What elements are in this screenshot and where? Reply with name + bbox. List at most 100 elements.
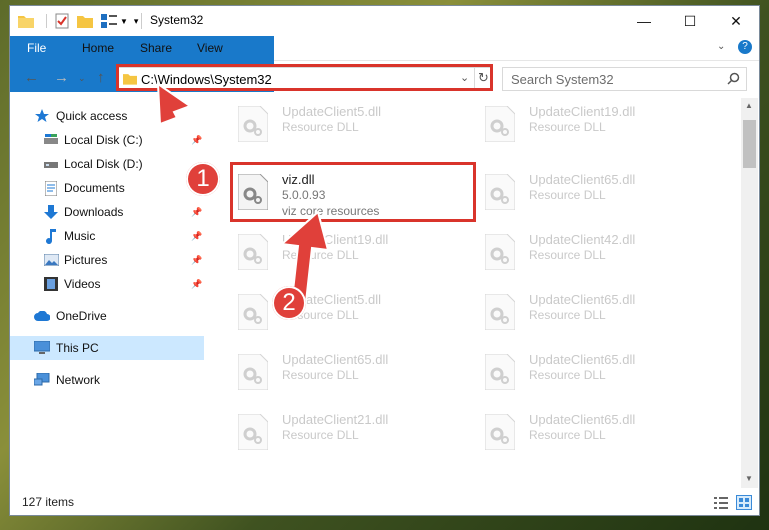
sidebar-item-network[interactable]: Network — [10, 368, 204, 392]
sidebar-item-music[interactable]: Music 📌 — [10, 224, 204, 248]
navigation-pane: Quick access Local Disk (C:) 📌 Local Dis… — [10, 98, 204, 488]
list-item[interactable]: UpdateClient19.dll Resource DLL — [232, 226, 462, 282]
file-type: Resource DLL — [529, 248, 606, 262]
list-item[interactable]: UpdateClient65.dll Resource DLL — [232, 346, 462, 402]
step-2-badge: 2 — [272, 286, 306, 320]
close-button[interactable]: ✕ — [713, 6, 759, 36]
forward-icon[interactable]: → — [54, 69, 69, 86]
list-item[interactable]: UpdateClient21.dll Resource DLL — [232, 406, 462, 462]
pin-icon[interactable]: 📌 — [191, 231, 202, 242]
expand-ribbon-icon[interactable]: ⌄ — [717, 41, 725, 52]
dll-file-icon — [484, 105, 516, 143]
file-type: Resource DLL — [282, 248, 359, 262]
status-bar: 127 items — [10, 490, 759, 515]
sidebar-item-downloads[interactable]: Downloads 📌 — [10, 200, 204, 224]
file-name: UpdateClient42.dll — [529, 232, 636, 247]
search-placeholder: Search System32 — [511, 72, 614, 87]
sidebar-item-local-disk-c[interactable]: Local Disk (C:) 📌 — [10, 128, 204, 152]
vertical-scrollbar[interactable]: ▲ ▼ — [741, 98, 758, 488]
properties-icon[interactable] — [55, 13, 69, 29]
dll-file-icon — [237, 413, 269, 451]
sidebar-item-label: This PC — [56, 341, 99, 355]
sidebar-item-label: Music — [64, 229, 96, 243]
file-name: UpdateClient65.dll — [529, 292, 636, 307]
recent-locations-icon[interactable]: ⌄ — [78, 73, 86, 84]
maximize-button[interactable]: ☐ — [667, 6, 713, 36]
address-highlight — [116, 64, 493, 91]
file-name: UpdateClient19.dll — [282, 232, 389, 247]
file-type: Resource DLL — [529, 188, 606, 202]
sidebar-item-onedrive[interactable]: OneDrive — [10, 304, 204, 328]
pin-icon[interactable]: 📌 — [191, 279, 202, 290]
pin-icon[interactable]: 📌 — [191, 135, 202, 146]
customize-dropdown-icon[interactable]: ▼ — [120, 17, 128, 26]
folder-icon[interactable] — [18, 14, 34, 28]
file-name: UpdateClient65.dll — [529, 172, 636, 187]
sidebar-item-label: Local Disk (C:) — [64, 133, 143, 147]
dll-file-icon — [484, 353, 516, 391]
list-item[interactable]: UpdateClient65.dll Resource DLL — [479, 406, 709, 462]
file-name: UpdateClient65.dll — [529, 412, 636, 427]
network-icon — [34, 372, 50, 388]
list-item[interactable]: UpdateClient42.dll Resource DLL — [479, 226, 709, 282]
list-item[interactable]: UpdateClient19.dll Resource DLL — [479, 98, 709, 154]
pin-icon[interactable]: 📌 — [191, 207, 202, 218]
sidebar-item-label: OneDrive — [56, 309, 107, 323]
sidebar-item-videos[interactable]: Videos 📌 — [10, 272, 204, 296]
sidebar-item-pictures[interactable]: Pictures 📌 — [10, 248, 204, 272]
music-note-icon — [43, 228, 59, 244]
details-view-icon[interactable] — [714, 497, 728, 509]
file-type: Resource DLL — [282, 120, 359, 134]
scrollbar-thumb[interactable] — [743, 120, 756, 168]
file-type: Resource DLL — [529, 308, 606, 322]
step-1-badge: 1 — [186, 162, 220, 196]
file-name: UpdateClient65.dll — [529, 352, 636, 367]
computer-icon — [34, 340, 50, 356]
search-icon — [727, 72, 740, 85]
list-item[interactable]: UpdateClient5.dll Resource DLL — [232, 98, 462, 154]
tab-view[interactable]: View — [183, 36, 237, 60]
dll-file-icon — [237, 293, 269, 331]
up-icon[interactable]: ↑ — [97, 69, 105, 86]
search-input[interactable]: Search System32 — [502, 67, 747, 91]
list-item[interactable]: UpdateClient65.dll Resource DLL — [479, 286, 709, 342]
sidebar-item-this-pc[interactable]: This PC — [10, 336, 204, 360]
scroll-down-icon[interactable]: ▼ — [745, 474, 753, 483]
view-options-icon[interactable] — [101, 14, 117, 28]
list-item[interactable]: UpdateClient65.dll Resource DLL — [479, 346, 709, 402]
tab-share[interactable]: Share — [126, 36, 186, 60]
list-item[interactable]: UpdateClient5.dll Resource DLL — [232, 286, 462, 342]
pin-icon[interactable]: 📌 — [191, 255, 202, 266]
file-explorer-window: ▼ ▾ System32 — ☐ ✕ File Home Share View … — [10, 6, 759, 515]
window-title: System32 — [150, 13, 204, 27]
minimize-button[interactable]: — — [621, 6, 667, 36]
help-icon[interactable]: ? — [738, 40, 752, 54]
picture-icon — [43, 252, 59, 268]
star-icon — [34, 108, 50, 124]
drive-icon — [43, 132, 59, 148]
sidebar-item-documents[interactable]: Documents — [10, 176, 204, 200]
cloud-icon — [34, 308, 50, 324]
item-count: 127 items — [22, 495, 75, 509]
list-item[interactable]: UpdateClient65.dll Resource DLL — [479, 166, 709, 222]
dll-file-icon — [484, 413, 516, 451]
film-icon — [43, 276, 59, 292]
scroll-up-icon[interactable]: ▲ — [745, 101, 753, 110]
sidebar-item-quick-access[interactable]: Quick access — [10, 104, 204, 128]
new-folder-icon[interactable] — [77, 14, 93, 28]
file-type: Resource DLL — [529, 428, 606, 442]
large-icons-view-icon[interactable] — [736, 495, 752, 510]
sidebar-item-label: Network — [56, 373, 101, 387]
file-name: UpdateClient21.dll — [282, 412, 389, 427]
sidebar-item-local-disk-d[interactable]: Local Disk (D:) — [10, 152, 204, 176]
file-type: Resource DLL — [529, 120, 606, 134]
file-type: Resource DLL — [529, 368, 606, 382]
file-highlight — [230, 162, 476, 222]
sidebar-item-label: Videos — [64, 277, 101, 291]
file-name: UpdateClient5.dll — [282, 104, 382, 119]
tab-home[interactable]: Home — [68, 36, 128, 60]
quick-access-more-icon[interactable]: ▾ — [134, 16, 139, 27]
file-name: UpdateClient19.dll — [529, 104, 636, 119]
dll-file-icon — [237, 105, 269, 143]
back-icon[interactable]: ← — [24, 69, 39, 86]
